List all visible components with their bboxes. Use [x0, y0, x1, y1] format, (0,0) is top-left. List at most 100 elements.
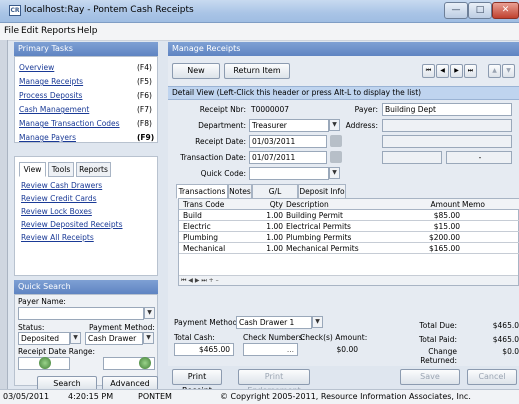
- payment-method-label: Payment Method:: [174, 318, 240, 327]
- payer-name-dropdown[interactable]: ▼: [144, 307, 155, 319]
- cancel-button[interactable]: Cancel: [467, 369, 517, 385]
- calendar-icon[interactable]: [39, 357, 51, 369]
- checks-amount-label: Check(s) Amount:: [300, 333, 368, 342]
- col-trans-code[interactable]: Trans Code: [183, 199, 224, 210]
- first-record-icon[interactable]: ⏮: [422, 64, 435, 78]
- col-description[interactable]: Description: [286, 199, 329, 210]
- task-overview[interactable]: Overview (F4): [19, 63, 157, 72]
- task-cash-management[interactable]: Cash Management (F7): [19, 105, 157, 114]
- print-receipt-button[interactable]: Print Receipt: [172, 369, 222, 395]
- calendar-icon[interactable]: [330, 151, 342, 163]
- col-qty[interactable]: Qty: [255, 199, 283, 210]
- print-endorsement-button[interactable]: Print Endorsement: [238, 369, 310, 395]
- checks-amount-value: $0.00: [336, 345, 358, 354]
- payer-name-input[interactable]: [18, 307, 144, 320]
- tab-notes[interactable]: Notes: [228, 184, 252, 199]
- col-amount[interactable]: Amount: [384, 199, 460, 210]
- menu-file[interactable]: File: [4, 26, 19, 36]
- payer-select[interactable]: Building Dept: [382, 103, 512, 116]
- table-row[interactable]: Plumbing 1.00 Plumbing Permits $200.00: [179, 232, 519, 243]
- move-down-icon[interactable]: ▼: [502, 64, 515, 78]
- quick-search-header: Quick Search: [14, 280, 158, 294]
- task-manage-payers[interactable]: Manage Payers (F9): [19, 133, 157, 142]
- quick-code-input[interactable]: [249, 167, 329, 180]
- total-paid-label: Total Paid:: [418, 335, 457, 344]
- window-title: localhost:Ray - Pontem Cash Receipts: [24, 5, 194, 15]
- change-returned-label: Change Returned:: [420, 347, 457, 365]
- payment-method-select[interactable]: Cash Drawer 1: [236, 316, 312, 329]
- col-memo[interactable]: Memo: [462, 199, 485, 210]
- quick-code-dropdown[interactable]: ▼: [329, 167, 340, 179]
- cell-amount: $200.00: [428, 233, 460, 242]
- task-manage-transaction-codes[interactable]: Manage Transaction Codes (F8): [19, 119, 157, 128]
- next-record-icon[interactable]: ▶: [450, 64, 463, 78]
- table-row[interactable]: Mechanical 1.00 Mechanical Permits $165.…: [179, 243, 519, 254]
- primary-tasks-list: Overview (F4) Manage Receipts (F5) Process…: [14, 56, 158, 143]
- table-row[interactable]: Electric 1.00 Electrical Permits $15.00: [179, 221, 519, 232]
- cell-desc: Electrical Permits: [286, 222, 351, 231]
- address-city: [382, 151, 442, 164]
- review-deposited-receipts[interactable]: Review Deposited Receipts: [21, 220, 123, 229]
- receipt-date-label: Receipt Date:: [195, 137, 246, 146]
- tab-gl-preview[interactable]: G/L Preview: [252, 184, 298, 209]
- move-up-icon[interactable]: ▲: [488, 64, 501, 78]
- return-item-button[interactable]: Return Item: [224, 63, 290, 79]
- total-due-value: $465.0: [492, 321, 519, 330]
- primary-tasks-header: Primary Tasks: [14, 42, 158, 56]
- detail-view-header[interactable]: Detail View (Left-Click this header or p…: [168, 86, 519, 100]
- window-left-edge: [0, 40, 8, 390]
- review-cash-drawers[interactable]: Review Cash Drawers: [21, 181, 102, 190]
- close-button[interactable]: ✕: [492, 2, 519, 19]
- task-manage-receipts[interactable]: Manage Receipts (F5): [19, 77, 157, 86]
- department-select[interactable]: Treasurer: [249, 119, 329, 132]
- tab-transactions[interactable]: Transactions: [176, 184, 228, 199]
- status-dropdown[interactable]: ▼: [70, 332, 81, 344]
- tab-deposit-info[interactable]: Deposit Info: [298, 184, 346, 199]
- menu-bar: File Edit Reports Help: [0, 23, 519, 41]
- department-label: Department:: [198, 121, 246, 130]
- total-cash-input[interactable]: $465.00: [174, 343, 234, 356]
- prev-record-icon[interactable]: ◀: [436, 64, 449, 78]
- minimize-button[interactable]: —: [444, 2, 468, 19]
- review-lock-boxes[interactable]: Review Lock Boxes: [21, 207, 92, 216]
- calendar-icon[interactable]: [139, 357, 151, 369]
- menu-reports[interactable]: Reports: [41, 26, 76, 36]
- payment-method-dropdown[interactable]: ▼: [312, 316, 323, 328]
- maximize-button[interactable]: □: [468, 2, 492, 19]
- app-icon: CR: [9, 5, 21, 16]
- view-panel: View Tools Reports Review Cash Drawers R…: [14, 156, 158, 276]
- menu-edit[interactable]: Edit: [21, 26, 38, 36]
- payment-method-dropdown[interactable]: ▼: [143, 332, 154, 344]
- tab-tools[interactable]: Tools: [48, 162, 74, 177]
- total-paid-value: $465.0: [492, 335, 519, 344]
- left-panel: Primary Tasks Overview (F4) Manage Receip…: [14, 42, 158, 391]
- tab-reports[interactable]: Reports: [76, 162, 111, 177]
- tab-view[interactable]: View: [19, 162, 46, 177]
- review-credit-cards[interactable]: Review Credit Cards: [21, 194, 97, 203]
- transaction-date-input[interactable]: 01/07/2011: [249, 151, 327, 164]
- review-all-receipts[interactable]: Review All Receipts: [21, 233, 94, 242]
- address-line-1: [382, 119, 512, 132]
- menu-help[interactable]: Help: [77, 26, 98, 36]
- payment-method-select[interactable]: Cash Drawer: [85, 332, 143, 345]
- transaction-date-label: Transaction Date:: [180, 153, 246, 162]
- address-label: Address:: [345, 121, 378, 130]
- address-dash: -: [446, 151, 512, 164]
- last-record-icon[interactable]: ⏭: [464, 64, 477, 78]
- status-select[interactable]: Deposited: [18, 332, 70, 345]
- status-time: 4:20:15 PM: [68, 392, 114, 401]
- new-button[interactable]: New: [172, 63, 220, 79]
- grid-navigator[interactable]: ⏮ ◀ ▶ ⏭ + –: [179, 275, 518, 285]
- quick-code-label: Quick Code:: [200, 169, 246, 178]
- calendar-icon[interactable]: [330, 135, 342, 147]
- task-process-deposits[interactable]: Process Deposits (F6): [19, 91, 157, 100]
- save-button[interactable]: Save: [400, 369, 460, 385]
- receipt-date-input[interactable]: 01/03/2011: [249, 135, 327, 148]
- transactions-grid: Trans Code Qty Description Amount Memo B…: [178, 198, 519, 286]
- status-user: PONTEM: [138, 392, 172, 401]
- title-bar: CR localhost:Ray - Pontem Cash Receipts …: [0, 0, 519, 23]
- payment-method-label: Payment Method:: [89, 323, 155, 332]
- table-row[interactable]: Build 1.00 Building Permit $85.00: [179, 210, 519, 221]
- check-numbers-input[interactable]: ...: [243, 343, 298, 356]
- cell-desc: Mechanical Permits: [286, 244, 359, 253]
